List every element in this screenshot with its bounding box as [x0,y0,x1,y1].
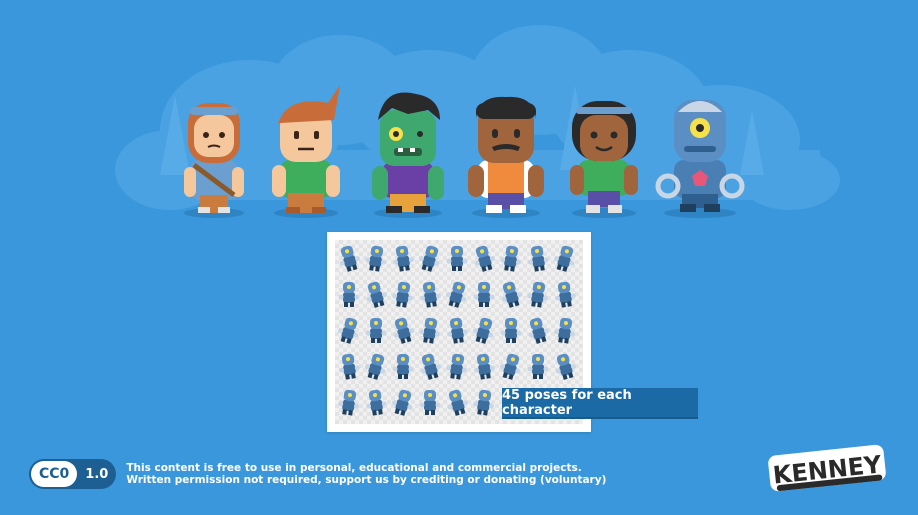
robot-pose-sprite [365,318,387,343]
poses-count-banner: 45 poses for each character [502,388,698,419]
robot-pose-sprite [447,389,469,416]
robot-pose-sprite [499,353,521,380]
robot-pose-sprite [419,390,441,415]
female-player-icon [570,101,638,218]
robot-pose-sprite [555,353,577,380]
robot-pose-sprite [554,317,576,344]
license-line-1: This content is free to use in personal,… [126,462,582,474]
robot-pose-sprite [473,282,495,307]
license-footer: CC0 1.0 This content is free to use in p… [29,458,606,490]
adventurer-girl-icon [184,103,244,218]
license-version: 1.0 [85,466,109,482]
robot-pose-sprite [338,353,360,380]
robot-pose-sprite [339,245,361,272]
robot-pose-sprite [473,353,495,380]
robot-pose-sprite [418,245,440,272]
robot-pose-sprite [392,245,414,272]
cc0-badge[interactable]: CC0 1.0 [29,459,117,489]
robot-pose-sprite [473,389,495,416]
character-lineup [184,85,745,218]
robot-pose-sprite [392,354,414,379]
robot-pose-sprite [445,281,467,308]
robot-pose-sprite [500,245,522,272]
robot-pose-sprite [419,317,441,344]
license-line-2: Written permission not required, support… [126,474,607,486]
robot-icon [655,100,745,218]
robot-pose-sprite [474,245,496,272]
robot-pose-sprite [501,281,523,308]
robot-pose-sprite [419,281,441,308]
robot-pose-sprite [338,389,360,416]
robot-pose-sprite [527,354,549,379]
soldier-icon [468,96,544,218]
robot-pose-sprite [365,389,387,416]
robot-pose-sprite [472,317,494,344]
adventurer-boy-icon [272,85,340,218]
zombie-icon [372,92,444,218]
robot-pose-sprite [364,353,386,380]
robot-pose-sprite [500,318,522,343]
robot-pose-sprite [527,245,549,272]
robot-pose-sprite [446,246,468,271]
robot-pose-sprite [393,317,415,344]
robot-pose-sprite [446,317,468,344]
cc0-icon: CC0 [31,461,78,487]
license-text: This content is free to use in personal,… [126,462,606,486]
robot-pose-sprite [365,245,387,272]
robot-pose-sprite [553,245,575,272]
robot-pose-sprite [420,353,442,380]
kenney-logo[interactable]: KENNEY [765,440,890,495]
robot-pose-sprite [391,389,413,416]
robot-pose-sprite [338,282,360,307]
robot-pose-sprite [528,317,550,344]
robot-pose-sprite [366,281,388,308]
robot-pose-sprite [446,353,468,380]
robot-pose-sprite [554,281,576,308]
robot-pose-sprite [337,317,359,344]
robot-pose-sprite [527,281,549,308]
robot-pose-sprite [392,281,414,308]
